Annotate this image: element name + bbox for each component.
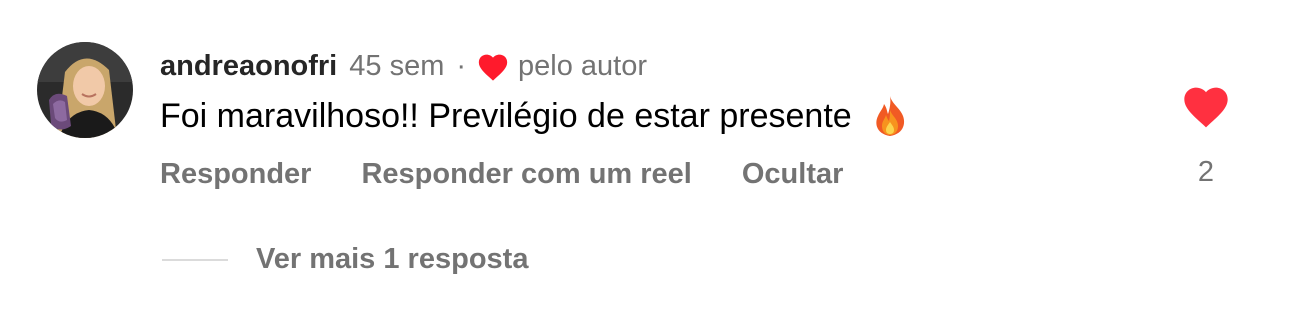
- replies-divider: [162, 259, 228, 261]
- view-replies-link[interactable]: Ver mais 1 resposta: [256, 243, 528, 276]
- comment-time: 45 sem: [349, 49, 445, 82]
- fire-icon: [870, 94, 910, 138]
- heart-icon: [476, 50, 510, 82]
- comment-header: andreaonofri 45 sem · pelo autor: [160, 46, 647, 86]
- comment-text-row: Foi maravilhoso!! Previlégio de estar pr…: [160, 94, 910, 138]
- heart-filled-icon: [1184, 87, 1228, 128]
- avatar[interactable]: [37, 42, 133, 138]
- avatar-image: [37, 42, 133, 138]
- comment-text: Foi maravilhoso!! Previlégio de estar pr…: [160, 96, 852, 135]
- comment: andreaonofri 45 sem · pelo autor Foi mar…: [0, 0, 1290, 325]
- like-count: 2: [1197, 156, 1215, 188]
- username[interactable]: andreaonofri: [160, 50, 337, 83]
- liked-by-author-label: pelo autor: [518, 49, 648, 82]
- reply-button[interactable]: Responder: [160, 158, 311, 191]
- reply-with-reel-button[interactable]: Responder com um reel: [361, 158, 691, 191]
- like-button[interactable]: [1180, 80, 1232, 130]
- comment-actions: Responder Responder com um reel Ocultar: [160, 158, 843, 191]
- hide-button[interactable]: Ocultar: [742, 158, 844, 191]
- separator-dot: ·: [456, 49, 467, 82]
